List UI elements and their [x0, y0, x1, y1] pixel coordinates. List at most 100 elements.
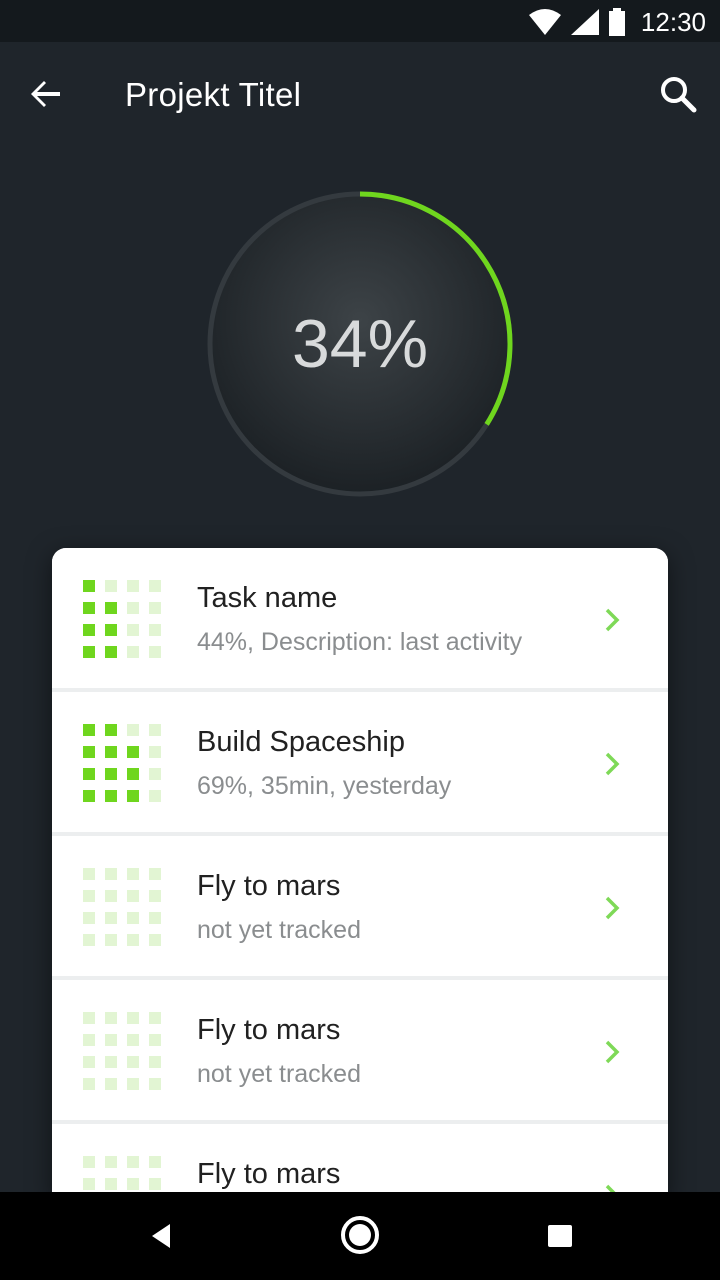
wifi-icon — [528, 9, 561, 35]
grid-cell — [149, 768, 161, 780]
status-time: 12:30 — [640, 6, 706, 37]
status-bar: 12:30 — [0, 0, 720, 42]
grid-cell — [105, 1078, 117, 1090]
grid-cell — [83, 890, 95, 902]
grid-cell — [105, 580, 117, 592]
grid-cell — [83, 934, 95, 946]
task-name: Fly to mars — [197, 870, 341, 902]
grid-cell — [105, 602, 117, 614]
task-row[interactable]: Task name 44%, Description: last activit… — [52, 548, 668, 688]
grid-cell — [105, 868, 117, 880]
grid-cell — [127, 1178, 139, 1190]
grid-cell — [127, 934, 139, 946]
task-row[interactable]: Build Spaceship 69%, 35min, yesterday — [52, 692, 668, 832]
grid-cell — [105, 890, 117, 902]
grid-cell — [149, 1034, 161, 1046]
task-row[interactable]: Fly to mars not yet tracked — [52, 980, 668, 1120]
grid-cell — [105, 934, 117, 946]
grid-cell — [127, 868, 139, 880]
grid-cell — [105, 624, 117, 636]
grid-cell — [105, 1056, 117, 1068]
task-subtitle: not yet tracked — [197, 1060, 361, 1088]
grid-cell — [127, 1012, 139, 1024]
status-icons: 12:30 — [528, 6, 706, 38]
grid-cell — [127, 768, 139, 780]
grid-cell — [149, 624, 161, 636]
grid-cell — [105, 746, 117, 758]
grid-cell — [149, 746, 161, 758]
app-bar: Projekt Titel — [0, 42, 720, 142]
grid-cell — [105, 1178, 117, 1190]
grid-cell — [83, 624, 95, 636]
grid-cell — [149, 646, 161, 658]
grid-cell — [105, 646, 117, 658]
grid-cell — [149, 602, 161, 614]
task-name: Fly to mars — [197, 1014, 341, 1046]
nav-back-icon[interactable] — [144, 1216, 184, 1256]
grid-cell — [127, 724, 139, 736]
chevron-right-icon — [605, 608, 620, 632]
page-title: Projekt Titel — [125, 76, 302, 113]
grid-cell — [149, 1056, 161, 1068]
chevron-right-icon — [605, 896, 620, 920]
task-name: Fly to mars — [197, 1158, 341, 1190]
grid-cell — [83, 746, 95, 758]
grid-cell — [149, 580, 161, 592]
grid-cell — [83, 1012, 95, 1024]
arrow-left-icon — [31, 81, 60, 107]
grid-cell — [83, 790, 95, 802]
task-progress-grid — [83, 1012, 163, 1092]
search-icon — [661, 77, 697, 113]
grid-cell — [105, 768, 117, 780]
grid-cell — [83, 1178, 95, 1190]
grid-cell — [149, 934, 161, 946]
grid-cell — [149, 868, 161, 880]
grid-cell — [149, 1012, 161, 1024]
search-button[interactable] — [654, 70, 702, 118]
grid-cell — [127, 890, 139, 902]
chevron-right-icon — [605, 1040, 620, 1064]
grid-cell — [127, 602, 139, 614]
task-name: Build Spaceship — [197, 726, 405, 758]
grid-cell — [83, 724, 95, 736]
grid-cell — [127, 646, 139, 658]
task-name: Task name — [197, 582, 338, 614]
back-button[interactable] — [22, 70, 70, 118]
task-subtitle: 69%, 35min, yesterday — [197, 772, 452, 800]
grid-cell — [127, 912, 139, 924]
grid-cell — [127, 746, 139, 758]
grid-cell — [149, 1078, 161, 1090]
grid-cell — [105, 912, 117, 924]
task-row[interactable]: Fly to mars not yet tracked — [52, 836, 668, 976]
grid-cell — [127, 1056, 139, 1068]
grid-cell — [149, 724, 161, 736]
task-progress-grid — [83, 580, 163, 660]
system-nav-bar — [0, 1192, 720, 1280]
grid-cell — [105, 1156, 117, 1168]
grid-cell — [105, 1012, 117, 1024]
nav-home-icon[interactable] — [339, 1214, 381, 1256]
battery-icon — [608, 8, 625, 36]
grid-cell — [105, 724, 117, 736]
grid-cell — [83, 768, 95, 780]
chevron-right-icon — [605, 752, 620, 776]
grid-cell — [127, 624, 139, 636]
grid-cell — [83, 580, 95, 592]
nav-recents-icon[interactable] — [546, 1216, 574, 1256]
task-subtitle: not yet tracked — [197, 916, 361, 944]
grid-cell — [83, 1056, 95, 1068]
task-progress-grid — [83, 724, 163, 804]
grid-cell — [105, 790, 117, 802]
progress-percent: 34% — [291, 306, 429, 382]
grid-cell — [83, 646, 95, 658]
task-row[interactable]: Fly to mars — [52, 1124, 668, 1198]
grid-cell — [127, 790, 139, 802]
grid-cell — [149, 790, 161, 802]
grid-cell — [127, 580, 139, 592]
grid-cell — [83, 1156, 95, 1168]
grid-cell — [127, 1034, 139, 1046]
signal-icon — [570, 9, 599, 35]
task-list: Task name 44%, Description: last activit… — [52, 548, 668, 1198]
grid-cell — [149, 890, 161, 902]
grid-cell — [127, 1078, 139, 1090]
